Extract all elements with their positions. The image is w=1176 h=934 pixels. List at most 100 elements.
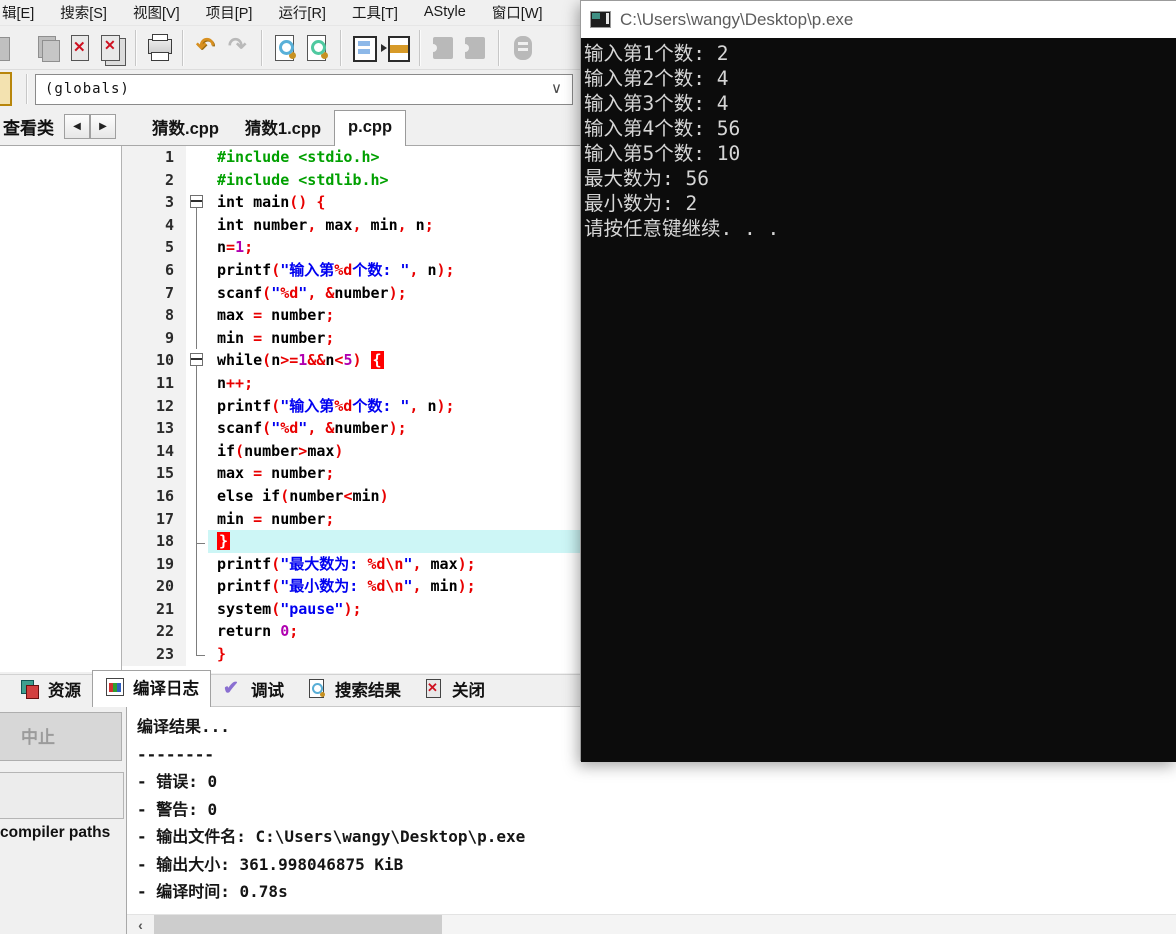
editor-tab-猜数1.cpp[interactable]: 猜数1.cpp (232, 108, 334, 145)
bottom-tab-搜索结果[interactable]: 搜索结果 (295, 673, 412, 706)
redo-icon[interactable] (222, 31, 254, 65)
close-icon (423, 679, 445, 699)
puzzle-left-icon[interactable] (427, 31, 459, 65)
profile-icon[interactable] (506, 31, 538, 65)
menu-item[interactable]: 搜索[S] (47, 0, 120, 25)
bottom-tab-label: 资源 (48, 682, 81, 700)
secondary-button[interactable] (0, 772, 124, 819)
toolbar-separator (419, 30, 420, 66)
fold-guide (186, 507, 208, 531)
undo-icon[interactable] (190, 31, 222, 65)
tab-class-view[interactable]: 查看类 (0, 114, 54, 139)
line-number: 19 (122, 552, 186, 576)
line-number: 5 (122, 236, 186, 259)
line-number: 12 (122, 394, 186, 418)
line-number: 4 (122, 213, 186, 237)
console-line: 输入第1个数: 2 (584, 42, 729, 65)
class-browser-panel[interactable] (0, 146, 122, 672)
bottom-tab-资源[interactable]: 资源 (8, 673, 92, 706)
console-window[interactable]: C:\Users\wangy\Desktop\p.exe 输入第1个数: 2 输入… (580, 0, 1176, 762)
menu-item[interactable]: 视图[V] (120, 0, 193, 25)
line-number: 21 (122, 597, 186, 621)
fold-guide (186, 575, 208, 598)
search-results-icon (306, 679, 328, 699)
editor-tab-p.cpp[interactable]: p.cpp (334, 110, 407, 146)
abort-button[interactable]: 中止 (0, 712, 122, 761)
doc-partial-icon[interactable] (0, 31, 32, 65)
split-window-icon[interactable] (348, 31, 380, 65)
line-number: 3 (122, 191, 186, 214)
scrollbar-track[interactable] (442, 915, 1176, 934)
fold-guide (186, 643, 208, 666)
fold-toggle-icon[interactable] (186, 349, 208, 372)
line-number: 14 (122, 439, 186, 463)
editor-tab-猜数.cpp[interactable]: 猜数.cpp (139, 108, 232, 145)
toolbar-separator (182, 30, 183, 66)
menu-item[interactable]: 辑[E] (0, 0, 47, 25)
fold-guide (186, 417, 208, 440)
console-line: 输入第2个数: 4 (584, 67, 729, 90)
close-all-files-icon[interactable] (96, 31, 128, 65)
line-number: 23 (122, 643, 186, 666)
line-number: 15 (122, 462, 186, 485)
toolbar-separator (26, 74, 27, 104)
bookmark-icon[interactable] (0, 72, 12, 106)
find-in-files-icon[interactable] (301, 31, 333, 65)
menu-item[interactable]: AStyle (411, 2, 479, 22)
find-icon[interactable] (269, 31, 301, 65)
console-title-bar[interactable]: C:\Users\wangy\Desktop\p.exe (581, 1, 1176, 38)
fold-guide (186, 258, 208, 282)
fold-guide (186, 326, 208, 350)
copy-docs-icon[interactable] (32, 31, 64, 65)
debug-icon (222, 677, 244, 700)
line-number: 11 (122, 371, 186, 395)
console-app-icon (590, 11, 611, 28)
toolbar-separator (340, 30, 341, 66)
horizontal-scrollbar[interactable]: ‹ (127, 914, 1176, 934)
line-number: 8 (122, 304, 186, 327)
fold-guide (186, 236, 208, 259)
console-line: 最小数为: 2 (584, 192, 698, 215)
line-number: 13 (122, 417, 186, 440)
line-number: 22 (122, 620, 186, 644)
console-line: 输入第4个数: 56 (584, 117, 741, 140)
fold-guide (186, 597, 208, 621)
menu-item[interactable]: 项目[P] (193, 0, 266, 25)
fold-guide (186, 168, 208, 192)
fold-guide (186, 530, 208, 553)
print-icon[interactable] (143, 31, 175, 65)
menu-item[interactable]: 工具[T] (339, 0, 411, 25)
devcpp-ide-window: 辑[E] 搜索[S] 视图[V] 项目[P] 运行[R] 工具[T] AStyle 窗口[W]… (0, 0, 1176, 934)
left-panel-header: 查看类 ◀ ▶ (0, 107, 123, 145)
puzzle-right-icon[interactable] (459, 31, 491, 65)
window-arrange-icon[interactable] (380, 31, 412, 65)
tab-scroll-left-button[interactable]: ◀ (64, 113, 90, 139)
fold-toggle-icon[interactable] (186, 191, 208, 214)
dropdown-value: (globals) (45, 81, 130, 97)
fold-guide (186, 281, 208, 305)
fold-guide (186, 304, 208, 327)
scrollbar-thumb[interactable] (154, 915, 442, 934)
console-line: 最大数为: 56 (584, 167, 709, 190)
close-file-icon[interactable] (64, 31, 96, 65)
chevron-down-icon[interactable]: ∨ (551, 79, 562, 97)
tab-scroll-right-button[interactable]: ▶ (90, 113, 116, 139)
fold-guide (186, 462, 208, 485)
fold-guide (186, 439, 208, 463)
menu-item[interactable]: 运行[R] (265, 0, 339, 25)
bottom-tab-编译日志[interactable]: 编译日志 (92, 670, 211, 707)
console-line: 输入第5个数: 10 (584, 142, 741, 165)
compile-log-line: - 输出文件名: C:\Users\wangy\Desktop\p.exe (137, 827, 526, 846)
fold-guide (186, 552, 208, 576)
line-number: 17 (122, 507, 186, 531)
toolbar-separator (498, 30, 499, 66)
fold-guide (186, 620, 208, 644)
scroll-left-arrow[interactable]: ‹ (127, 915, 154, 934)
console-line: 请按任意键继续. . . (584, 217, 780, 240)
fold-guide (186, 484, 208, 508)
class-browser-dropdown[interactable]: (globals) ∨ (35, 73, 573, 105)
bottom-tab-调试[interactable]: 调试 (211, 673, 295, 706)
compile-log-icon (104, 677, 126, 697)
bottom-tab-关闭[interactable]: 关闭 (412, 673, 496, 706)
menu-item[interactable]: 窗口[W] (479, 0, 556, 25)
